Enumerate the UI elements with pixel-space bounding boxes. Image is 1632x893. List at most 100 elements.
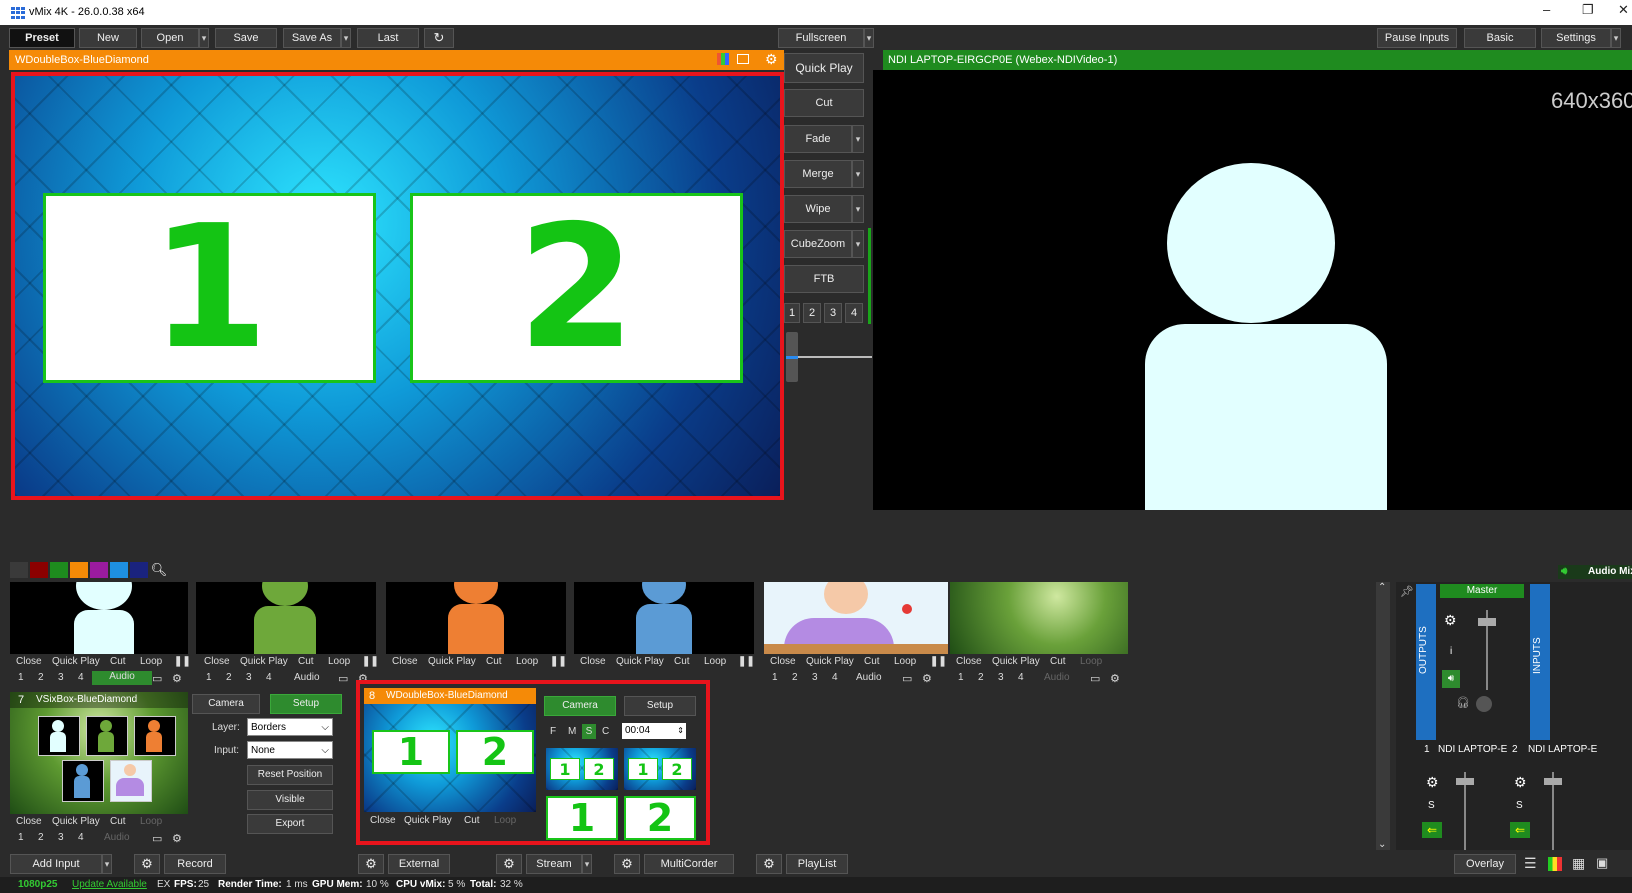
gear-icon[interactable]: ⚙: [765, 51, 778, 68]
playlist-button[interactable]: PlayList: [786, 854, 848, 874]
open-button[interactable]: Open: [141, 28, 199, 48]
overlay-2-button[interactable]: 2: [38, 832, 44, 843]
info-button[interactable]: i: [1450, 646, 1452, 657]
gear-icon[interactable]: ⚙: [172, 832, 182, 845]
overlay-4-button[interactable]: 4: [1018, 672, 1024, 683]
layer-preview-2[interactable]: 2: [624, 796, 696, 840]
cut-button[interactable]: Cut: [464, 815, 480, 826]
channel-2-bus-icon[interactable]: ⇐: [1510, 822, 1530, 838]
restore-button[interactable]: ❐: [1582, 2, 1594, 18]
close-button[interactable]: Close: [392, 656, 418, 667]
layer-thumb-1[interactable]: 1 2: [546, 748, 618, 790]
loop-button[interactable]: Loop: [140, 816, 162, 827]
cubezoom-dropdown-icon[interactable]: ▾: [852, 230, 864, 258]
cut-button[interactable]: Cut: [864, 656, 880, 667]
external-button[interactable]: External: [388, 854, 450, 874]
output-window[interactable]: 640x360: [873, 70, 1632, 510]
fade-dropdown-icon[interactable]: ▾: [852, 125, 864, 153]
input-4-tile[interactable]: [574, 582, 754, 654]
add-input-dropdown-icon[interactable]: ▾: [102, 854, 112, 874]
loop-button[interactable]: Loop: [516, 656, 538, 667]
cut-button[interactable]: Cut: [110, 816, 126, 827]
input-3-tile[interactable]: [386, 582, 566, 654]
overlay-2-button[interactable]: 2: [226, 672, 232, 683]
transition-1-button[interactable]: 1: [784, 303, 800, 323]
loop-button[interactable]: Loop: [328, 656, 350, 667]
duration-field[interactable]: 00:04 ⇕: [622, 723, 686, 739]
close-button[interactable]: Close: [204, 656, 230, 667]
input-1-tile[interactable]: [10, 582, 188, 654]
overlay-1-button[interactable]: 1: [18, 672, 24, 683]
wipe-button[interactable]: Wipe: [784, 195, 852, 223]
input-8-thumbnail[interactable]: 1 2: [364, 704, 536, 812]
transition-3-button[interactable]: 3: [824, 303, 842, 323]
t-bar-handle[interactable]: [786, 356, 798, 359]
channel-1-solo-button[interactable]: S: [1428, 800, 1435, 811]
audio-button[interactable]: Audio: [92, 671, 152, 685]
pause-inputs-button[interactable]: Pause Inputs: [1377, 28, 1457, 48]
setup-button[interactable]: Setup: [624, 696, 696, 716]
close-button[interactable]: Close: [370, 815, 396, 826]
stream-gear-icon[interactable]: ⚙: [496, 854, 522, 874]
scroll-down-icon[interactable]: ⌄: [1378, 839, 1386, 850]
update-link[interactable]: Update Available: [72, 879, 147, 890]
input-2-tile[interactable]: [196, 582, 376, 654]
camera-button[interactable]: Camera: [544, 696, 616, 716]
save-as-dropdown-icon[interactable]: ▾: [341, 28, 351, 48]
cubezoom-button[interactable]: CubeZoom: [784, 230, 852, 258]
swatch-navy[interactable]: [130, 562, 148, 578]
loop-button[interactable]: Loop: [894, 656, 916, 667]
multicorder-gear-icon[interactable]: ⚙: [614, 854, 640, 874]
cut-button[interactable]: Cut: [486, 656, 502, 667]
pause-icon[interactable]: ❚❚: [362, 656, 379, 667]
monitor-icon[interactable]: ▭: [152, 672, 162, 685]
grid-view-icon[interactable]: ▦: [1572, 855, 1585, 872]
layer-select[interactable]: Borders ⌵: [247, 718, 333, 736]
s-button[interactable]: S: [582, 724, 596, 739]
audio-button[interactable]: Audio: [856, 672, 882, 683]
close-button[interactable]: ✕: [1618, 2, 1629, 18]
overlay-1-button[interactable]: 1: [772, 672, 778, 683]
colour-icon[interactable]: [717, 53, 729, 65]
audio-button[interactable]: Audio: [294, 672, 320, 683]
channel-1-fader[interactable]: [1456, 778, 1474, 785]
cut-button[interactable]: Cut: [1050, 656, 1066, 667]
m-button[interactable]: M: [568, 726, 576, 737]
fullscreen-dropdown-icon[interactable]: ▾: [864, 28, 874, 48]
audio-mixer-tab[interactable]: 🔊︎ Audio Mix: [1558, 565, 1632, 579]
monitor-icon[interactable]: ▭: [1090, 672, 1100, 685]
quick-play-button[interactable]: Quick Play: [52, 816, 100, 827]
list-view-icon[interactable]: ☰: [1524, 855, 1537, 872]
preset-button[interactable]: Preset: [9, 28, 75, 48]
swatch-blue[interactable]: [110, 562, 128, 578]
close-button[interactable]: Close: [956, 656, 982, 667]
setup-button[interactable]: Setup: [270, 694, 342, 714]
pause-icon[interactable]: ❚❚: [738, 656, 755, 667]
fade-button[interactable]: Fade: [784, 125, 852, 153]
channel-1-bus-icon[interactable]: ⇐: [1422, 822, 1442, 838]
close-button[interactable]: Close: [580, 656, 606, 667]
pause-icon[interactable]: ❚❚: [174, 656, 191, 667]
loop-button[interactable]: Loop: [704, 656, 726, 667]
stream-dropdown-icon[interactable]: ▾: [582, 854, 592, 874]
settings-dropdown-icon[interactable]: ▾: [1611, 28, 1621, 48]
quick-play-button[interactable]: Quick Play: [616, 656, 664, 667]
quick-play-button[interactable]: Quick Play: [428, 656, 476, 667]
overlay-1-button[interactable]: 1: [206, 672, 212, 683]
multicorder-button[interactable]: MultiCorder: [644, 854, 734, 874]
input-5-tile[interactable]: [764, 582, 948, 654]
channel-1-gear-icon[interactable]: ⚙: [1426, 774, 1439, 791]
export-button[interactable]: Export: [247, 814, 333, 834]
input-8-panel[interactable]: 8 WDoubleBox-BlueDiamond 1 2 Close Quick…: [356, 680, 710, 845]
inputs-tab[interactable]: INPUTS: [1530, 584, 1550, 740]
camera-button[interactable]: Camera: [192, 694, 260, 714]
headphones-icon[interactable]: 🎧︎: [1456, 696, 1470, 709]
scroll-up-icon[interactable]: ⌃: [1378, 582, 1386, 593]
gear-icon[interactable]: ⚙: [1444, 612, 1457, 629]
audio-button[interactable]: Audio: [104, 832, 130, 843]
minimize-button[interactable]: –: [1543, 2, 1550, 17]
quick-play-button[interactable]: Quick Play: [404, 815, 452, 826]
quick-play-button[interactable]: Quick Play: [240, 656, 288, 667]
close-button[interactable]: Close: [770, 656, 796, 667]
quick-play-button[interactable]: Quick Play: [806, 656, 854, 667]
